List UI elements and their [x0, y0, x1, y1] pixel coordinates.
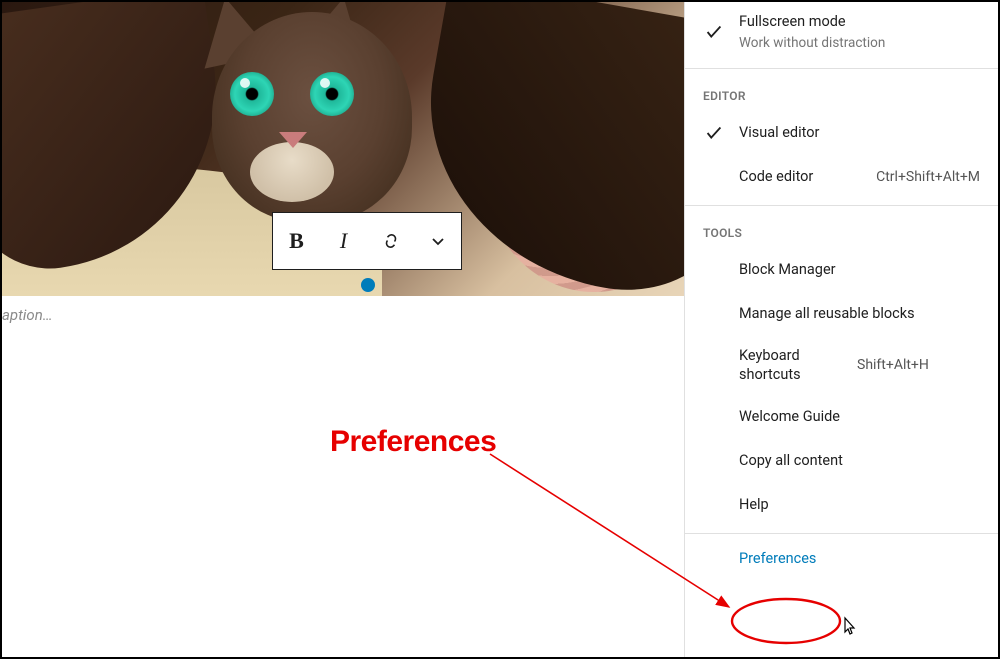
- menu-sublabel: Work without distraction: [739, 34, 980, 52]
- menu-item-help[interactable]: Help: [685, 483, 998, 527]
- menu-item-welcome-guide[interactable]: Welcome Guide: [685, 395, 998, 439]
- menu-item-copy-all[interactable]: Copy all content: [685, 439, 998, 483]
- check-icon: [703, 122, 725, 144]
- menu-label: Welcome Guide: [739, 407, 980, 427]
- menu-shortcut: Ctrl+Shift+Alt+M: [868, 169, 980, 185]
- menu-item-block-manager[interactable]: Block Manager: [685, 248, 998, 292]
- section-heading-editor: EDITOR: [685, 75, 998, 111]
- more-button[interactable]: [414, 213, 461, 269]
- menu-label: Manage all reusable blocks: [739, 304, 980, 324]
- menu-label: Copy all content: [739, 451, 980, 471]
- bold-button[interactable]: B: [273, 213, 320, 269]
- caption-input[interactable]: aption…: [2, 306, 53, 324]
- resize-handle[interactable]: [361, 278, 375, 292]
- editor-canvas: B I aption…: [2, 2, 684, 657]
- section-heading-tools: TOOLS: [685, 212, 998, 248]
- menu-label: Keyboard shortcuts: [739, 346, 849, 385]
- menu-item-visual-editor[interactable]: Visual editor: [685, 111, 998, 155]
- check-icon: [703, 21, 725, 43]
- options-menu: Fullscreen mode Work without distraction…: [684, 2, 998, 657]
- menu-label: Help: [739, 495, 980, 515]
- cursor-pointer-icon: [838, 616, 858, 640]
- menu-label: Block Manager: [739, 260, 980, 280]
- menu-label: Fullscreen mode: [739, 12, 980, 32]
- chevron-down-icon: [428, 231, 448, 251]
- divider: [685, 68, 998, 69]
- menu-shortcut: Shift+Alt+H: [849, 357, 929, 373]
- menu-item-preferences[interactable]: Preferences: [739, 550, 816, 567]
- italic-button[interactable]: I: [320, 213, 367, 269]
- link-button[interactable]: [367, 213, 414, 269]
- menu-item-manage-reusable[interactable]: Manage all reusable blocks: [685, 292, 998, 336]
- link-icon: [379, 229, 403, 253]
- annotation-label: Preferences: [330, 425, 496, 459]
- menu-item-fullscreen[interactable]: Fullscreen mode Work without distraction: [685, 2, 998, 62]
- block-toolbar: B I: [272, 212, 462, 270]
- menu-item-keyboard-shortcuts[interactable]: Keyboard shortcuts Shift+Alt+H: [685, 336, 998, 395]
- menu-label: Visual editor: [739, 123, 980, 143]
- menu-item-code-editor[interactable]: Code editor Ctrl+Shift+Alt+M: [685, 155, 998, 199]
- divider: [685, 205, 998, 206]
- menu-label: Code editor: [739, 167, 868, 187]
